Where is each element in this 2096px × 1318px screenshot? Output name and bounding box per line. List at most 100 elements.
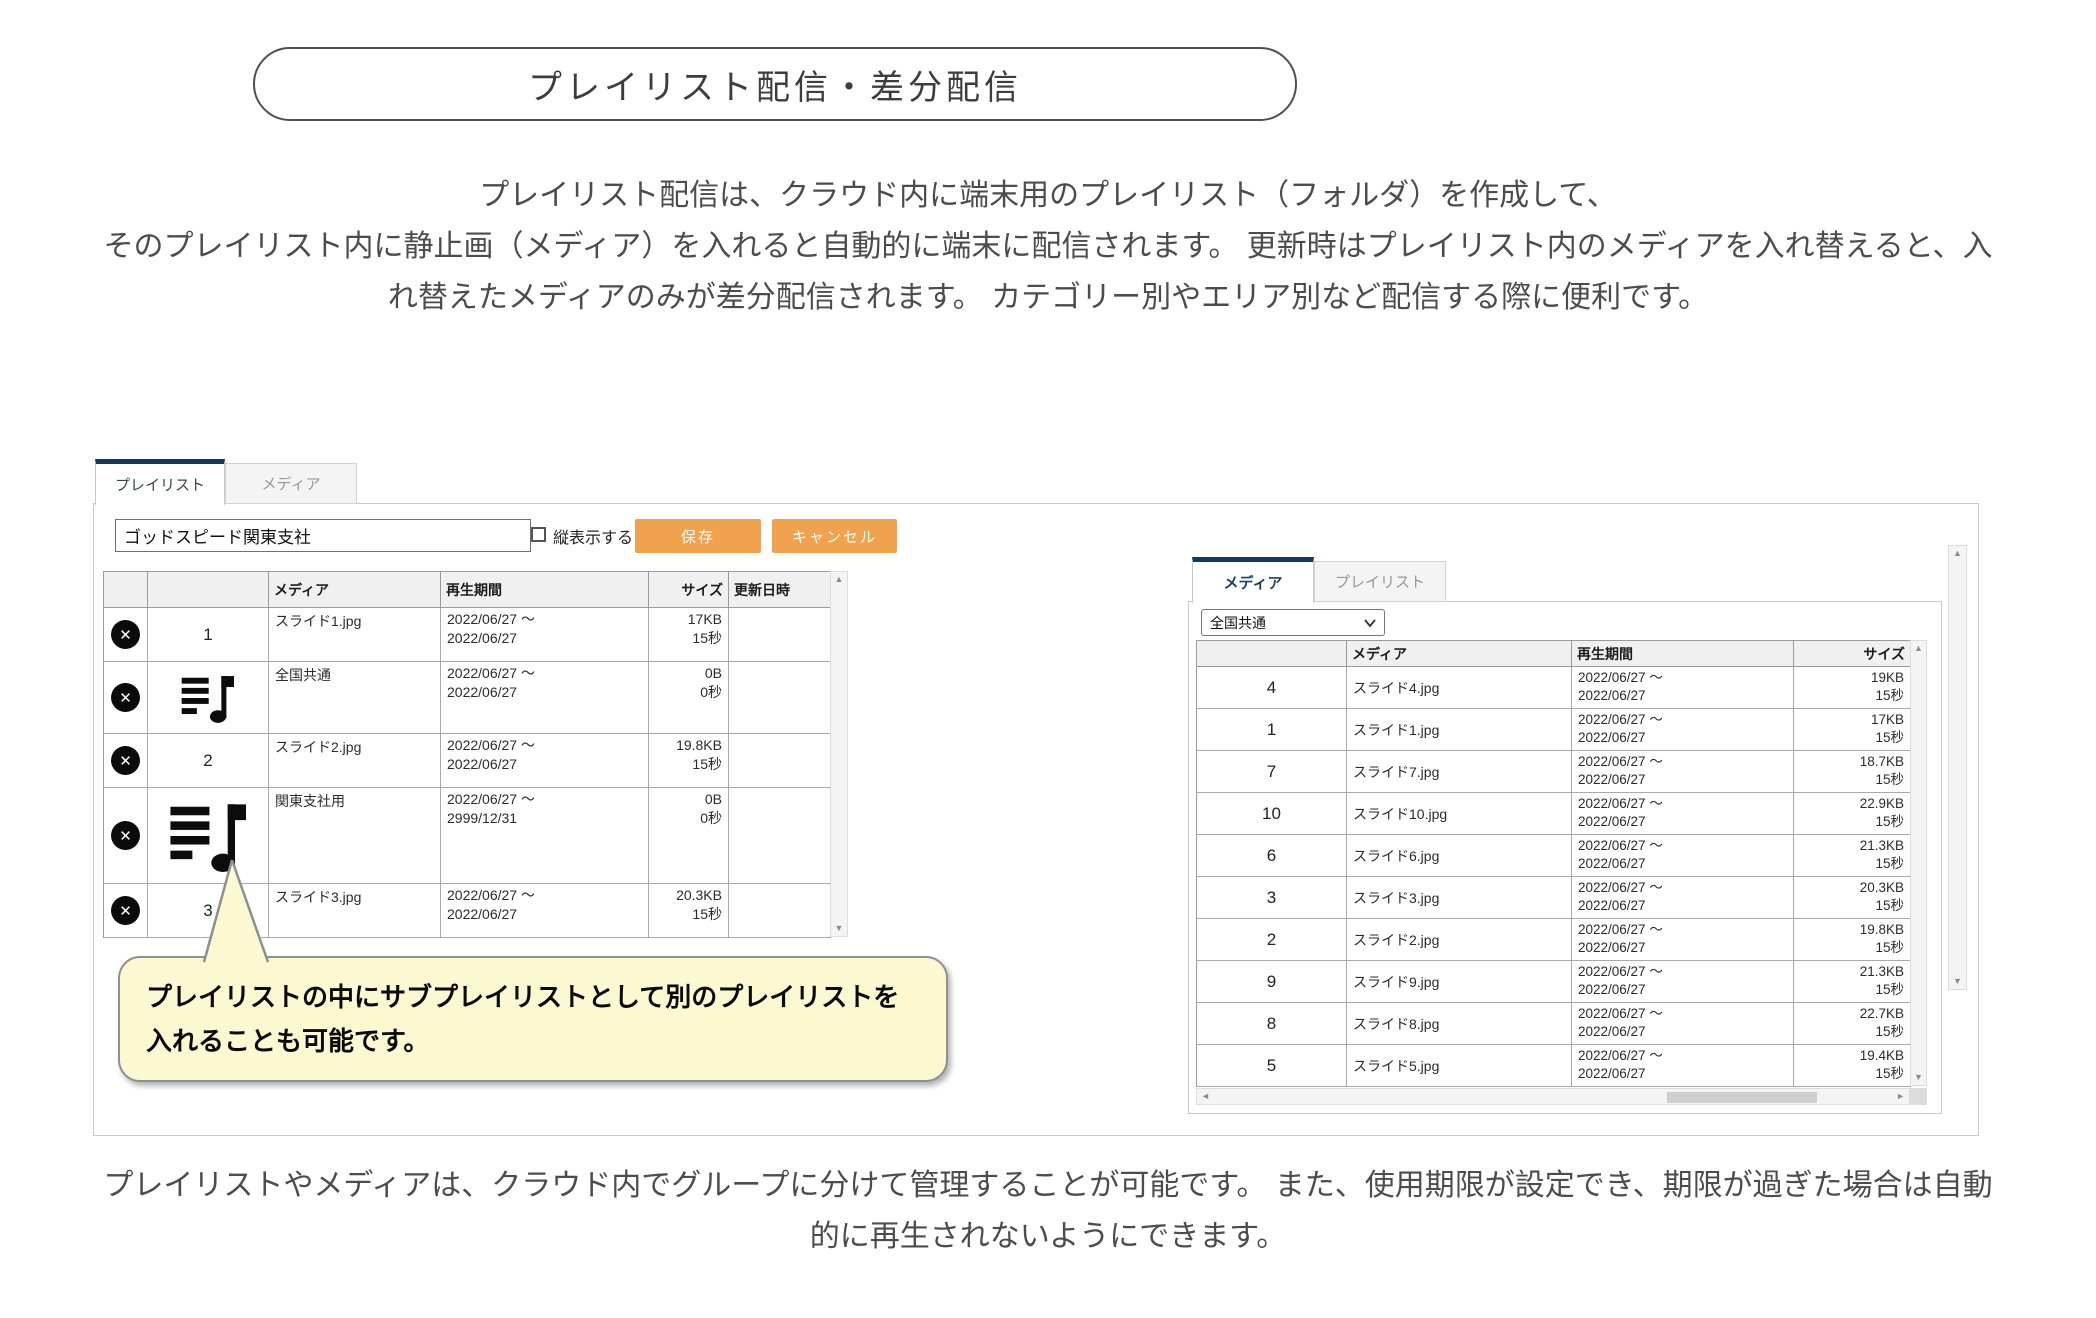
delete-icon[interactable]: ✕ [111, 683, 140, 712]
playlist-name-input[interactable] [115, 519, 531, 552]
scroll-down-icon[interactable]: ▼ [1953, 977, 1962, 986]
media-table-hscrollbar[interactable]: ◄ ► [1196, 1088, 1910, 1105]
size-cell: 20.3KB15秒 [649, 884, 729, 938]
table-row[interactable]: 9 スライド9.jpg 2022/06/27 ～2022/06/27 21.3K… [1197, 961, 1911, 1003]
media-cell: スライド9.jpg [1347, 961, 1572, 1003]
order-cell: 1 [1197, 709, 1347, 751]
size-cell: 19KB15秒 [1794, 667, 1911, 709]
scrollbar-corner [1910, 1088, 1927, 1105]
outro-line-2: 的に再生されないようにできます。 [810, 1220, 1286, 1253]
scroll-down-icon[interactable]: ▼ [1914, 1073, 1923, 1082]
table-row[interactable]: 1 スライド1.jpg 2022/06/27 ～2022/06/27 17KB1… [1197, 709, 1911, 751]
left-tab-playlist[interactable]: プレイリスト [95, 459, 225, 505]
group-select[interactable]: 全国共通 [1201, 609, 1385, 636]
size-cell: 22.9KB15秒 [1794, 793, 1911, 835]
callout-line-2: 入れることも可能です。 [146, 1019, 920, 1063]
updated-cell [729, 788, 831, 884]
period-cell: 2022/06/27 ～2022/06/27 [1572, 1003, 1794, 1045]
playlist-table-scrollbar[interactable]: ▲ ▼ [830, 571, 848, 937]
hscroll-thumb[interactable] [1667, 1092, 1817, 1103]
right-tab-media[interactable]: メディア [1192, 557, 1314, 603]
table-row[interactable]: 10 スライド10.jpg 2022/06/27 ～2022/06/27 22.… [1197, 793, 1911, 835]
size-cell: 19.4KB15秒 [1794, 1045, 1911, 1087]
order-cell: 7 [1197, 751, 1347, 793]
panel-outer-scrollbar[interactable]: ▲ ▼ [1948, 545, 1967, 990]
order-cell: 4 [1197, 667, 1347, 709]
table-row[interactable]: 4 スライド4.jpg 2022/06/27 ～2022/06/27 19KB1… [1197, 667, 1911, 709]
order-cell: 9 [1197, 961, 1347, 1003]
outro-paragraph: プレイリストやメディアは、クラウド内でグループに分けて管理することが可能です。 … [0, 1160, 2096, 1262]
updated-cell [729, 734, 831, 788]
column-header [1197, 641, 1347, 667]
vertical-display-checkbox[interactable] [531, 527, 546, 542]
scroll-right-icon[interactable]: ► [1896, 1092, 1905, 1101]
table-row[interactable]: 8 スライド8.jpg 2022/06/27 ～2022/06/27 22.7K… [1197, 1003, 1911, 1045]
table-row[interactable]: ✕ 2 スライド2.jpg 2022/06/27 ～2022/06/27 19.… [104, 734, 831, 788]
period-cell: 2022/06/27 ～2022/06/27 [1572, 919, 1794, 961]
callout-pointer [196, 856, 276, 964]
order-thumb-cell: 1 [148, 608, 269, 662]
right-tab-playlist[interactable]: プレイリスト [1314, 561, 1446, 602]
order-cell: 3 [1197, 877, 1347, 919]
updated-cell [729, 608, 831, 662]
updated-cell [729, 662, 831, 734]
media-cell: スライド6.jpg [1347, 835, 1572, 877]
media-cell: スライド3.jpg [269, 884, 441, 938]
scroll-left-icon[interactable]: ◄ [1201, 1092, 1210, 1101]
table-row[interactable]: 3 スライド3.jpg 2022/06/27 ～2022/06/27 20.3K… [1197, 877, 1911, 919]
cancel-button[interactable]: キャンセル [772, 519, 897, 553]
period-cell: 2022/06/27 ～2022/06/27 [1572, 751, 1794, 793]
scroll-up-icon[interactable]: ▲ [835, 575, 844, 584]
chevron-down-icon [1364, 619, 1376, 627]
period-cell: 2022/06/27 ～2022/06/27 [441, 608, 649, 662]
scroll-up-icon[interactable]: ▲ [1953, 549, 1962, 558]
playlist-icon [180, 671, 236, 725]
size-cell: 18.7KB15秒 [1794, 751, 1911, 793]
table-row[interactable]: 6 スライド6.jpg 2022/06/27 ～2022/06/27 21.3K… [1197, 835, 1911, 877]
left-tab-media[interactable]: メディア [225, 463, 357, 504]
table-row[interactable]: ✕ 1 スライド1.jpg 2022/06/27 ～2022/06/27 17K… [104, 608, 831, 662]
media-cell: 全国共通 [269, 662, 441, 734]
period-cell: 2022/06/27 ～2022/06/27 [1572, 835, 1794, 877]
size-cell: 0B0秒 [649, 662, 729, 734]
callout-line-1: プレイリストの中にサブプレイリストとして別のプレイリストを [146, 975, 920, 1019]
updated-cell [729, 884, 831, 938]
column-header: 再生期間 [441, 572, 649, 608]
delete-icon[interactable]: ✕ [111, 746, 140, 775]
delete-cell: ✕ [104, 788, 148, 884]
table-row[interactable]: 5 スライド5.jpg 2022/06/27 ～2022/06/27 19.4K… [1197, 1045, 1911, 1087]
delete-icon[interactable]: ✕ [111, 821, 140, 850]
table-row[interactable]: ✕ 全国共通 2022/06/27 ～2022/06/27 0B0秒 [104, 662, 831, 734]
period-cell: 2022/06/27 ～2022/06/27 [441, 734, 649, 788]
page-title: プレイリスト配信・差分配信 [528, 60, 1022, 109]
table-row[interactable]: 7 スライド7.jpg 2022/06/27 ～2022/06/27 18.7K… [1197, 751, 1911, 793]
size-cell: 21.3KB15秒 [1794, 835, 1911, 877]
table-row[interactable]: 2 スライド2.jpg 2022/06/27 ～2022/06/27 19.8K… [1197, 919, 1911, 961]
media-cell: スライド10.jpg [1347, 793, 1572, 835]
column-header: サイズ [1794, 641, 1911, 667]
order-thumb-cell: 2 [148, 734, 269, 788]
page-title-pill: プレイリスト配信・差分配信 [253, 47, 1297, 121]
media-cell: スライド8.jpg [1347, 1003, 1572, 1045]
delete-icon[interactable]: ✕ [111, 896, 140, 925]
vertical-display-label: 縦表示する [553, 519, 633, 552]
media-table-vscrollbar[interactable]: ▲ ▼ [1910, 640, 1927, 1086]
scroll-up-icon[interactable]: ▲ [1914, 644, 1923, 653]
size-cell: 17KB15秒 [1794, 709, 1911, 751]
period-cell: 2022/06/27 ～2022/06/27 [441, 662, 649, 734]
period-cell: 2022/06/27 ～2022/06/27 [1572, 877, 1794, 919]
period-cell: 2022/06/27 ～2999/12/31 [441, 788, 649, 884]
column-header: サイズ [649, 572, 729, 608]
period-cell: 2022/06/27 ～2022/06/27 [1572, 793, 1794, 835]
media-cell: スライド4.jpg [1347, 667, 1572, 709]
intro-line-3: れ替えたメディアのみが差分配信されます。 カテゴリー別やエリア別など配信する際に… [388, 281, 1708, 314]
delete-cell: ✕ [104, 734, 148, 788]
group-select-value: 全国共通 [1210, 613, 1266, 633]
order-cell: 2 [1197, 919, 1347, 961]
delete-icon[interactable]: ✕ [111, 620, 140, 649]
scroll-down-icon[interactable]: ▼ [835, 924, 844, 933]
media-cell: スライド1.jpg [1347, 709, 1572, 751]
intro-paragraph: プレイリスト配信は、クラウド内に端末用のプレイリスト（フォルダ）を作成して、 そ… [0, 170, 2096, 323]
save-button[interactable]: 保存 [635, 519, 761, 553]
media-cell: スライド7.jpg [1347, 751, 1572, 793]
